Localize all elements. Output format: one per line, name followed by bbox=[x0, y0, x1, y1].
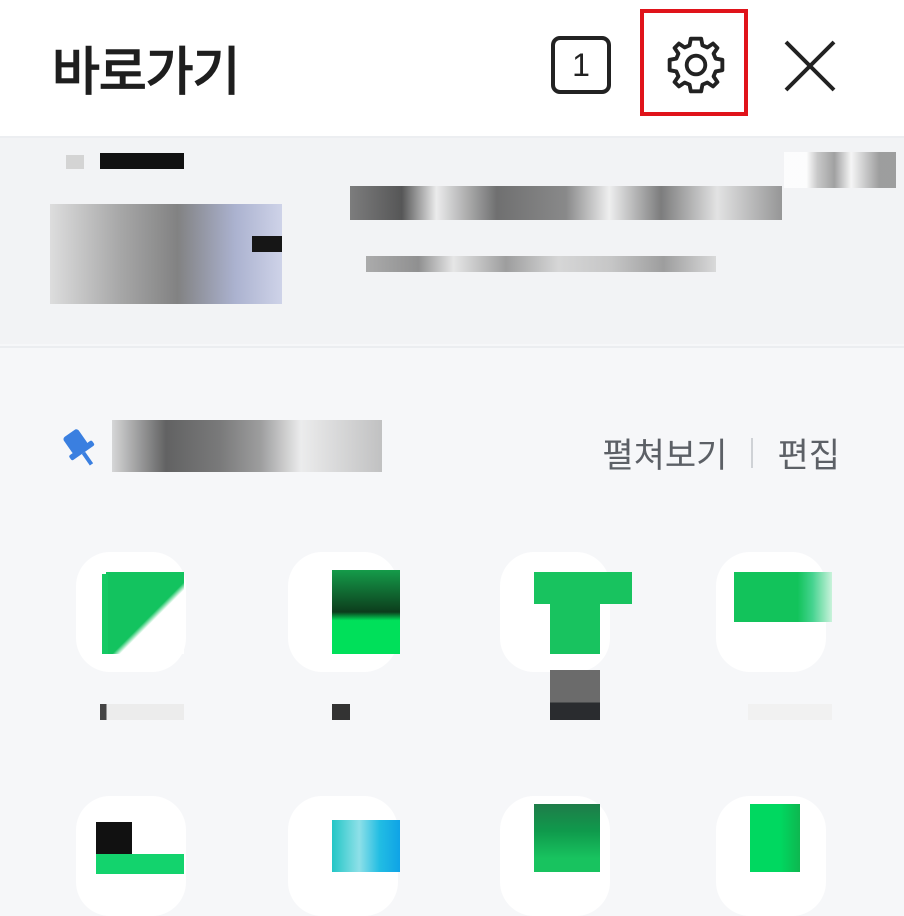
redacted-label bbox=[550, 670, 600, 720]
pin-icon[interactable] bbox=[58, 424, 102, 472]
redacted-avatar bbox=[50, 204, 282, 304]
redacted-label bbox=[332, 704, 350, 720]
redacted-section-title bbox=[112, 420, 382, 472]
shortcut-icon bbox=[534, 572, 632, 604]
shortcut-icon bbox=[750, 804, 800, 872]
shortcut-icon bbox=[332, 820, 400, 872]
section-actions: 펼쳐보기 편집 bbox=[602, 428, 840, 477]
edit-button[interactable]: 편집 bbox=[777, 428, 840, 477]
redacted-label bbox=[100, 704, 184, 720]
close-icon[interactable] bbox=[782, 38, 838, 94]
shortcut-icon bbox=[96, 822, 132, 854]
header-bar: 바로가기 1 bbox=[0, 0, 904, 136]
redacted-corner bbox=[784, 152, 896, 188]
shortcut-icon bbox=[332, 570, 400, 654]
action-separator bbox=[751, 437, 754, 468]
expand-button[interactable]: 펼쳐보기 bbox=[602, 428, 727, 477]
settings-button[interactable] bbox=[640, 9, 748, 116]
redacted-line-2 bbox=[366, 256, 716, 272]
shortcut-icon-mark bbox=[102, 574, 108, 654]
redacted-line-1 bbox=[350, 186, 782, 220]
gear-icon bbox=[667, 36, 725, 94]
shortcut-icon bbox=[106, 572, 184, 654]
shortcut-icon bbox=[534, 804, 600, 872]
shortcut-icon bbox=[96, 854, 184, 874]
redacted-label bbox=[748, 704, 832, 720]
redacted-name bbox=[100, 153, 184, 169]
shortcut-icon bbox=[734, 572, 832, 622]
account-panel[interactable] bbox=[0, 138, 904, 344]
shortcut-icon bbox=[550, 604, 600, 654]
tab-count-button[interactable]: 1 bbox=[551, 36, 611, 94]
redacted-label bbox=[66, 155, 84, 169]
redacted-avatar-detail bbox=[252, 236, 282, 252]
page-title: 바로가기 bbox=[52, 43, 240, 103]
